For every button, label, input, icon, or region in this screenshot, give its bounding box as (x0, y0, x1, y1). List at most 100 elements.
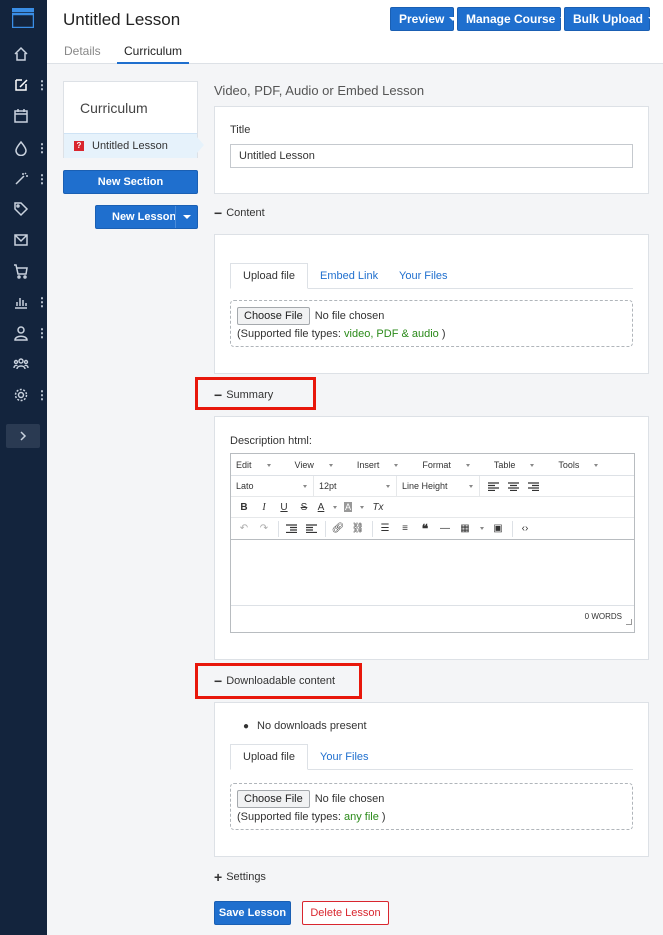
tab-your-files[interactable]: Your Files (387, 263, 460, 289)
users-icon (13, 358, 29, 370)
table-icon[interactable]: ▦ (457, 521, 473, 537)
downloadable-dropzone[interactable]: Choose File No file chosen (Supported fi… (230, 783, 633, 830)
user-icon (14, 326, 28, 341)
more-dots-icon[interactable]: ⋮ (36, 173, 48, 185)
bullet-list-icon[interactable]: ☰ (377, 521, 393, 537)
tab-embed-link[interactable]: Embed Link (308, 263, 390, 289)
font-family-select[interactable]: Lato (236, 475, 314, 497)
resize-handle-icon[interactable] (626, 619, 632, 625)
unlink-icon[interactable]: ⛓︎ (350, 521, 366, 537)
more-dots-icon[interactable]: ⋮ (36, 327, 48, 339)
active-arrow-icon (197, 137, 204, 153)
nav-magic[interactable]: ⋮ (0, 167, 48, 191)
menu-table[interactable]: Table (494, 460, 547, 470)
menu-tools[interactable]: Tools (558, 460, 610, 470)
strikethrough-icon[interactable]: S (296, 499, 312, 515)
title-input[interactable]: Untitled Lesson (230, 144, 633, 168)
left-nav: ⋮ ⋮ ⋮ ⋮ ⋮ ⋮ (0, 0, 48, 935)
downloadable-toggle[interactable]: − Downloadable content (214, 674, 335, 688)
tab-upload-file[interactable]: Upload file (230, 263, 308, 289)
nav-users[interactable] (0, 352, 47, 376)
nav-cart[interactable] (0, 259, 47, 283)
image-icon[interactable]: ▣ (490, 521, 506, 537)
more-dots-icon[interactable]: ⋮ (36, 389, 48, 401)
nav-analytics[interactable]: ⋮ (0, 290, 48, 314)
outdent-icon[interactable] (283, 521, 299, 537)
choose-file-button[interactable]: Choose File (237, 790, 310, 808)
nav-settings[interactable]: ⋮ (0, 383, 48, 407)
link-icon[interactable]: 🔗︎ (330, 521, 346, 537)
expand-nav-button[interactable] (6, 424, 40, 448)
font-size-value: 12pt (319, 481, 337, 491)
menu-edit[interactable]: Edit (236, 460, 283, 470)
indent-icon[interactable] (303, 521, 319, 537)
summary-panel: Description html: Edit View Insert Forma… (214, 416, 649, 660)
caret-down-icon (386, 484, 390, 488)
highlight-color-icon[interactable]: A (343, 499, 353, 515)
blockquote-icon[interactable]: ❝ (417, 521, 433, 537)
numbered-list-icon[interactable]: ≡ (397, 521, 413, 537)
preview-button[interactable]: Preview (390, 7, 458, 31)
caret-down-icon (266, 463, 271, 467)
editor-content-area[interactable] (231, 539, 634, 605)
manage-course-button[interactable]: Manage Course (457, 7, 569, 31)
align-right-icon[interactable] (525, 478, 541, 494)
align-left-icon[interactable] (485, 478, 501, 494)
minus-icon: − (214, 205, 223, 221)
redo-icon[interactable]: ↷ (256, 521, 272, 537)
choose-file-button[interactable]: Choose File (237, 307, 310, 325)
nav-user[interactable]: ⋮ (0, 321, 48, 345)
save-lesson-button[interactable]: Save Lesson (214, 901, 291, 925)
new-section-button[interactable]: New Section (63, 170, 198, 194)
bulk-upload-button[interactable]: Bulk Upload (564, 7, 657, 31)
more-dots-icon[interactable]: ⋮ (36, 79, 48, 91)
caret-down-icon[interactable] (480, 527, 484, 530)
italic-icon[interactable]: I (256, 499, 272, 515)
toolbar-divider (372, 520, 373, 537)
summary-heading: Summary (226, 389, 274, 401)
font-size-select[interactable]: 12pt (319, 475, 397, 497)
more-dots-icon[interactable]: ⋮ (36, 296, 48, 308)
new-lesson-dropdown[interactable] (175, 206, 197, 228)
title-label: Title (230, 124, 251, 136)
delete-lesson-label: Delete Lesson (310, 907, 381, 919)
summary-toggle[interactable]: − Summary (214, 388, 273, 402)
menu-tools-label: Tools (558, 459, 580, 470)
nav-mail[interactable] (0, 228, 47, 252)
menu-format[interactable]: Format (422, 460, 482, 470)
align-center-icon[interactable] (505, 478, 521, 494)
supported-types-text: (Supported file types: video, PDF & audi… (237, 328, 626, 340)
bar-chart-icon (15, 298, 27, 309)
content-toggle[interactable]: − Content (214, 206, 265, 220)
nav-calendar[interactable] (0, 104, 47, 128)
nav-drip[interactable]: ⋮ (0, 136, 48, 160)
app-logo-icon[interactable] (12, 8, 34, 28)
menu-insert[interactable]: Insert (357, 460, 411, 470)
new-lesson-button[interactable]: New Lesson (95, 205, 198, 229)
source-code-icon[interactable]: ‹› (517, 521, 533, 537)
clear-format-icon[interactable]: Tx (370, 499, 386, 515)
nav-tags[interactable] (0, 197, 47, 221)
content-dropzone[interactable]: Choose File No file chosen (Supported fi… (230, 300, 633, 347)
undo-icon[interactable]: ↶ (236, 521, 252, 537)
underline-icon[interactable]: U (276, 499, 292, 515)
caret-down-icon[interactable] (360, 505, 364, 509)
settings-toggle[interactable]: + Settings (214, 870, 266, 884)
delete-lesson-button[interactable]: Delete Lesson (302, 901, 389, 925)
menu-view[interactable]: View (295, 460, 345, 470)
nav-edit[interactable]: ⋮ (0, 73, 48, 97)
line-height-select[interactable]: Line Height (402, 475, 480, 497)
tab-upload-file[interactable]: Upload file (230, 744, 308, 770)
horizontal-rule-icon[interactable]: — (437, 521, 453, 537)
caret-down-icon[interactable] (333, 505, 337, 509)
tab-your-files[interactable]: Your Files (308, 744, 381, 770)
text-color-icon[interactable]: A (316, 499, 326, 515)
tab-curriculum[interactable]: Curriculum (117, 44, 189, 64)
tab-details[interactable]: Details (64, 44, 101, 58)
nav-home[interactable] (0, 42, 47, 66)
page-header: Untitled Lesson Preview Manage Course Bu… (47, 0, 663, 64)
curriculum-lesson-item[interactable]: ? Untitled Lesson (64, 133, 197, 158)
bold-icon[interactable]: B (236, 499, 252, 515)
more-dots-icon[interactable]: ⋮ (36, 142, 48, 154)
content-panel: Upload file Embed Link Your Files Choose… (214, 234, 649, 374)
